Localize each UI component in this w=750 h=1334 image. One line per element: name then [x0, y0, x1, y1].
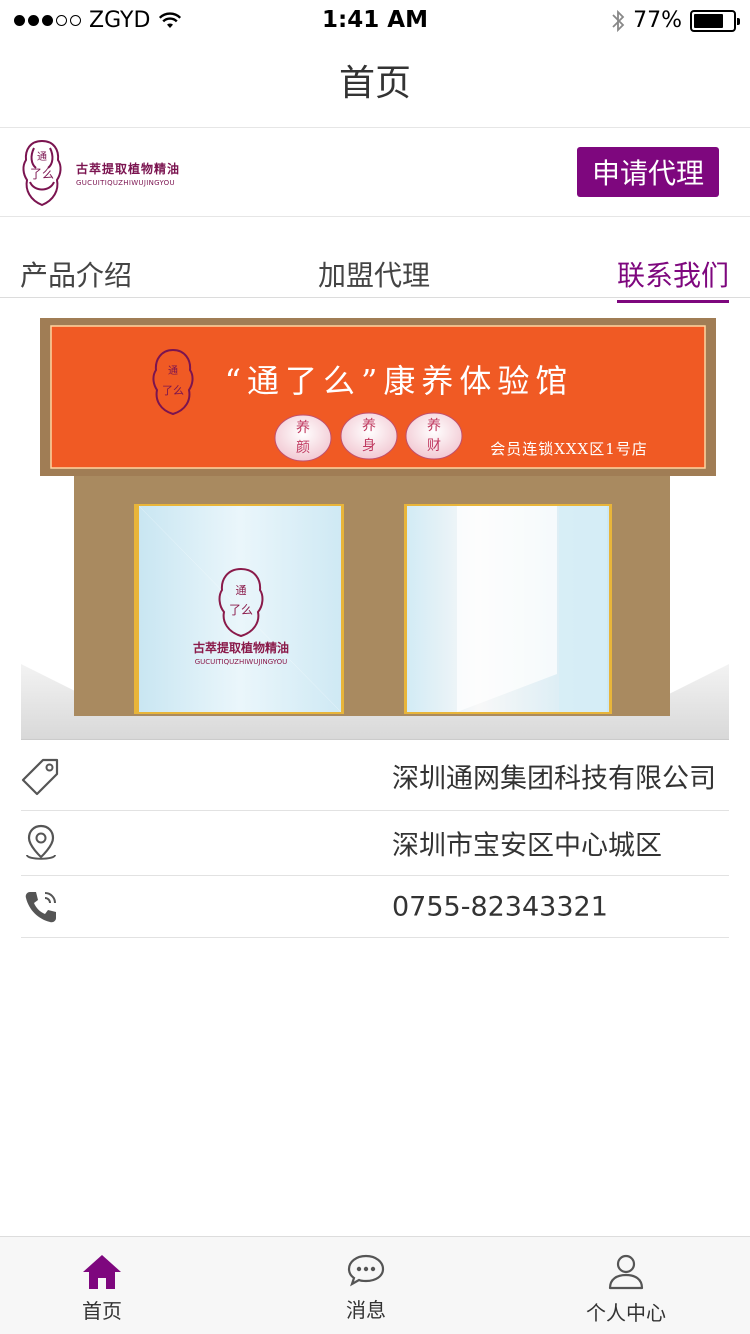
battery-icon [690, 9, 740, 32]
tabbar-item-messages[interactable]: 消息 [316, 1237, 416, 1334]
phone-number[interactable]: 0755-82343321 [392, 891, 608, 922]
status-bar: ZGYD 1:41 AM 77% [0, 0, 750, 40]
svg-text:了么: 了么 [30, 167, 54, 181]
tab-product-intro[interactable]: 产品介绍 [20, 254, 132, 300]
contact-row-address: 深圳市宝安区中心城区 [21, 811, 729, 876]
bottom-tab-bar: 首页 消息 个人中心 [0, 1236, 750, 1334]
svg-text:养: 养 [296, 420, 310, 436]
apply-agent-button[interactable]: 申请代理 [577, 147, 719, 197]
svg-text:通: 通 [168, 365, 178, 377]
svg-text:通: 通 [37, 151, 47, 163]
tabbar-label-profile: 个人中心 [586, 1301, 666, 1325]
navigation-bar: 首页 [0, 40, 750, 128]
tabbar-label-messages: 消息 [346, 1298, 386, 1322]
storefront-image: 通 了么 古萃提取植物精油 GUCUITIQUZHIWUJINGYOU 通 了么… [21, 318, 729, 740]
phone-icon [25, 891, 56, 922]
svg-text:GUCUITIQUZHIWUJINGYOU: GUCUITIQUZHIWUJINGYOU [195, 658, 288, 666]
svg-text:颜: 颜 [296, 440, 310, 456]
user-icon [608, 1254, 644, 1290]
svg-text:古萃提取植物精油: 古萃提取植物精油 [193, 640, 289, 655]
svg-text:通: 通 [236, 584, 247, 597]
sign-branch: 会员连锁XXX区1号店 [490, 440, 648, 458]
tag-icon [21, 758, 59, 795]
brand-logo: 通 了么 [22, 139, 62, 207]
tabbar-label-home: 首页 [82, 1299, 122, 1323]
tabbar-item-home[interactable]: 首页 [52, 1237, 152, 1334]
brand-header: 通 了么 古萃提取植物精油 GUCUITIQUZHIWUJINGYOU 申请代理 [0, 129, 750, 217]
tab-franchise[interactable]: 加盟代理 [318, 254, 430, 300]
location-pin-icon [26, 824, 56, 860]
tab-contact-us[interactable]: 联系我们 [616, 254, 729, 303]
svg-text:财: 财 [427, 438, 441, 454]
contact-row-phone[interactable]: 0755-82343321 [21, 876, 729, 938]
svg-text:了么: 了么 [229, 603, 253, 617]
contact-row-company: 深圳通网集团科技有限公司 [21, 741, 729, 811]
sign-title: “通了么”康养体验馆 [225, 362, 574, 400]
contact-list: 深圳通网集团科技有限公司 深圳市宝安区中心城区 0755-82343321 [21, 741, 729, 938]
page-title: 首页 [338, 63, 411, 104]
address: 深圳市宝安区中心城区 [392, 830, 662, 862]
bluetooth-icon [612, 9, 625, 32]
company-name: 深圳通网集团科技有限公司 [392, 763, 716, 794]
message-bubble-icon [347, 1254, 385, 1287]
svg-text:养: 养 [362, 418, 376, 434]
svg-text:了么: 了么 [162, 384, 184, 397]
status-right: 77% [611, 8, 740, 33]
brand-name-en: GUCUITIQUZHIWUJINGYOU [76, 179, 175, 187]
home-icon [83, 1255, 121, 1289]
tabbar-item-profile[interactable]: 个人中心 [566, 1237, 686, 1334]
svg-text:养: 养 [427, 418, 441, 434]
battery-percent: 77% [633, 8, 682, 33]
segment-tabs: 产品介绍 加盟代理 联系我们 [0, 240, 750, 303]
sign-badges: 养 颜 养 身 养 财 [274, 412, 463, 462]
brand-name-cn: 古萃提取植物精油 [76, 162, 181, 176]
brand-name: 古萃提取植物精油 GUCUITIQUZHIWUJINGYOU [76, 160, 180, 187]
svg-text:身: 身 [362, 438, 376, 454]
